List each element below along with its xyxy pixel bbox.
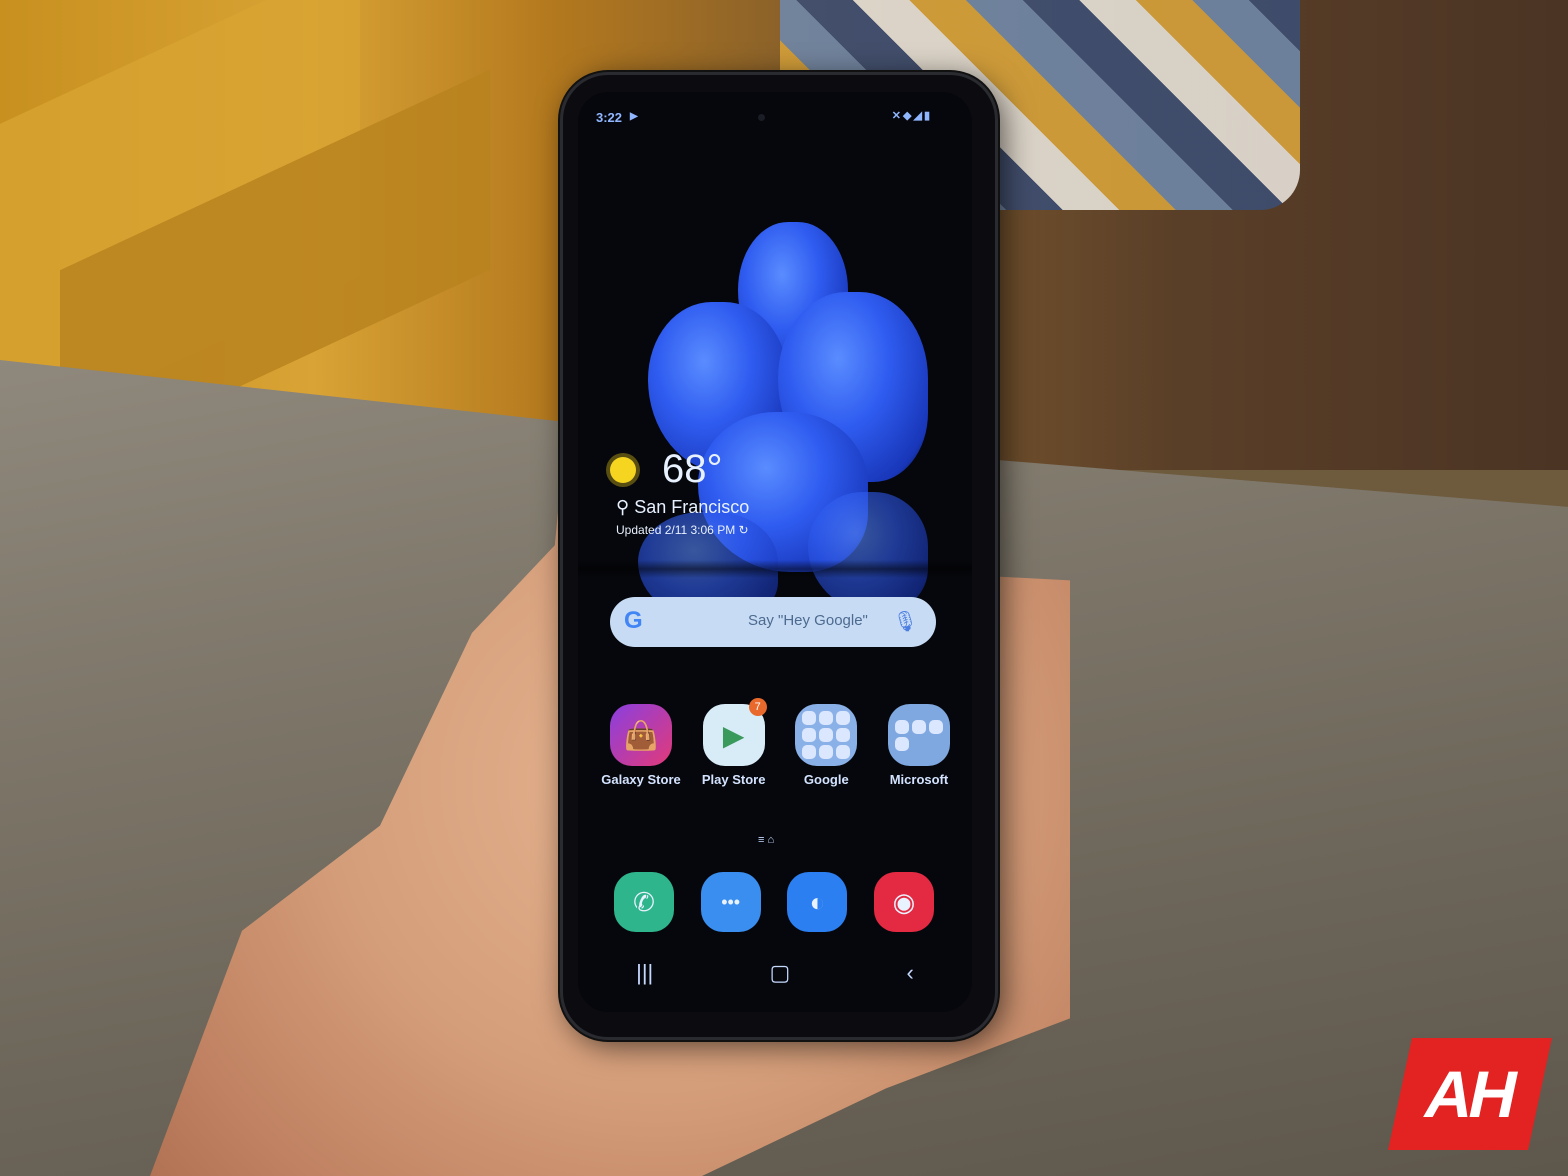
home-button[interactable]: ▢ [770, 960, 791, 986]
phone-icon[interactable]: ✆ [614, 872, 674, 932]
app-label: Play Store [701, 772, 766, 787]
app-label: Google [803, 772, 849, 787]
notification-badge: 7 [748, 698, 767, 716]
wifi-icon: ◆ [903, 110, 914, 122]
app-row: 👜 Galaxy Store ▶ 7 Play Store Google Mic… [600, 698, 960, 787]
page-indicator[interactable]: ≡ ⌂ [758, 834, 774, 846]
status-time: 3:22 [596, 110, 623, 125]
refresh-icon[interactable]: ↻ [739, 523, 749, 537]
google-logo-icon: G [624, 607, 643, 634]
status-bar: 3:22 ▶ ✕◆◢▮ [578, 106, 972, 126]
shopping-bag-icon: 👜 [610, 704, 672, 766]
folder-icon [795, 704, 858, 766]
planet-icon[interactable]: ◐ [787, 872, 848, 932]
fold-hinge [578, 560, 972, 578]
app-label: Microsoft [889, 772, 949, 787]
signal-icon: ◢ [913, 110, 924, 122]
mic-icon[interactable]: 🎙 [893, 609, 918, 634]
navigation-bar: ||| ▢ ‹ [578, 960, 972, 986]
search-placeholder: Say "Hey Google" [748, 612, 868, 629]
front-camera [758, 114, 765, 121]
app-folder-microsoft[interactable]: Microsoft [878, 704, 960, 787]
app-galaxy-store[interactable]: 👜 Galaxy Store [600, 704, 682, 787]
watermark-logo: AH [1388, 1038, 1552, 1150]
back-button[interactable]: ‹ [907, 960, 914, 986]
camera-icon[interactable]: ◉ [873, 872, 934, 932]
battery-icon: ▮ [923, 110, 932, 122]
weather-city: ⚲ San Francisco [616, 497, 750, 517]
chat-icon[interactable]: ••• [700, 872, 761, 932]
weather-updated: Updated 2/11 3:06 PM ↻ [616, 523, 749, 537]
app-folder-google[interactable]: Google [785, 704, 867, 787]
play-arrow-icon: ▶ [630, 111, 638, 122]
dock: ✆ ••• ◐ ◉ [614, 872, 934, 932]
google-search-bar[interactable]: G Say "Hey Google" 🎙 [610, 597, 936, 647]
watermark-text: AH [1418, 1057, 1522, 1131]
phone-screen: 3:22 ▶ ✕◆◢▮ 68° ⚲ San Francisco Updated … [578, 92, 972, 1012]
mute-icon: ✕ [891, 110, 903, 122]
app-play-store[interactable]: ▶ 7 Play Store [693, 698, 775, 787]
location-pin-icon: ⚲ [616, 497, 630, 517]
folder-icon [887, 704, 950, 766]
system-icons: ✕◆◢▮ [892, 109, 932, 122]
app-label: Galaxy Store [601, 772, 681, 787]
recents-button[interactable]: ||| [636, 960, 653, 986]
weather-temperature: 68° [662, 447, 723, 491]
sun-icon [610, 457, 636, 483]
